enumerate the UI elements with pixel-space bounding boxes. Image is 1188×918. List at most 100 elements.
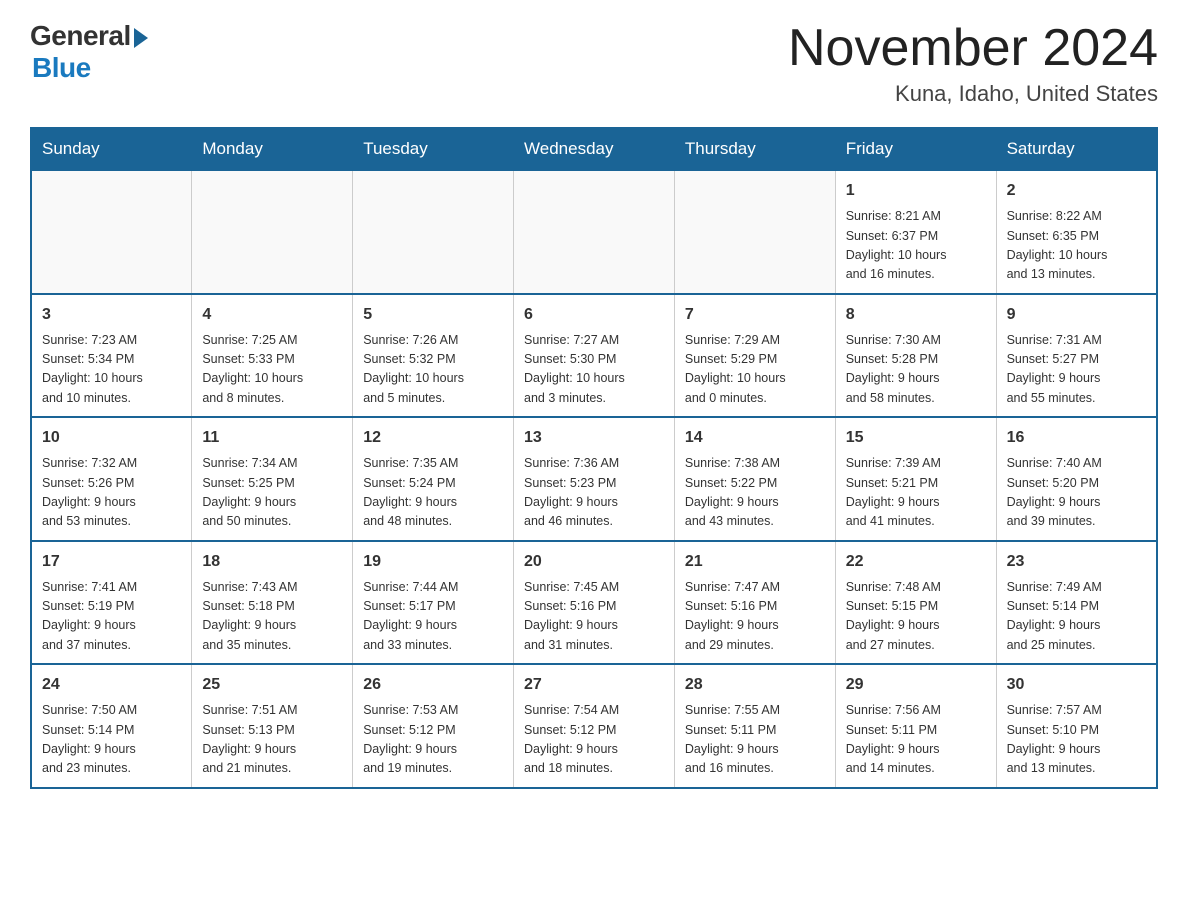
- day-info: Sunrise: 7:53 AMSunset: 5:12 PMDaylight:…: [363, 701, 503, 779]
- day-number: 24: [42, 673, 181, 697]
- logo-general-text: General: [30, 20, 131, 52]
- day-info: Sunrise: 7:57 AMSunset: 5:10 PMDaylight:…: [1007, 701, 1146, 779]
- calendar-cell: 8 Sunrise: 7:30 AMSunset: 5:28 PMDaylight…: [835, 294, 996, 418]
- day-info: Sunrise: 7:39 AMSunset: 5:21 PMDaylight:…: [846, 454, 986, 532]
- day-info: Sunrise: 7:31 AMSunset: 5:27 PMDaylight:…: [1007, 331, 1146, 409]
- day-number: 9: [1007, 303, 1146, 327]
- day-info: Sunrise: 7:29 AMSunset: 5:29 PMDaylight:…: [685, 331, 825, 409]
- calendar-cell: 1Sunrise: 8:21 AMSunset: 6:37 PMDaylight…: [835, 170, 996, 294]
- day-number: 29: [846, 673, 986, 697]
- day-number: 15: [846, 426, 986, 450]
- calendar-cell: [674, 170, 835, 294]
- day-info: Sunrise: 7:45 AMSunset: 5:16 PMDaylight:…: [524, 578, 664, 656]
- day-info: Sunrise: 7:44 AMSunset: 5:17 PMDaylight:…: [363, 578, 503, 656]
- day-info: Sunrise: 7:27 AMSunset: 5:30 PMDaylight:…: [524, 331, 664, 409]
- weekday-header: Tuesday: [353, 128, 514, 170]
- day-info: Sunrise: 7:40 AMSunset: 5:20 PMDaylight:…: [1007, 454, 1146, 532]
- calendar-cell: 16Sunrise: 7:40 AMSunset: 5:20 PMDayligh…: [996, 417, 1157, 541]
- day-number: 3: [42, 303, 181, 327]
- day-number: 14: [685, 426, 825, 450]
- logo: General Blue: [30, 20, 148, 84]
- calendar-cell: 30Sunrise: 7:57 AMSunset: 5:10 PMDayligh…: [996, 664, 1157, 788]
- calendar-cell: 3Sunrise: 7:23 AMSunset: 5:34 PMDaylight…: [31, 294, 192, 418]
- day-number: 13: [524, 426, 664, 450]
- day-number: 11: [202, 426, 342, 450]
- day-info: Sunrise: 7:54 AMSunset: 5:12 PMDaylight:…: [524, 701, 664, 779]
- calendar-cell: 2 Sunrise: 8:22 AMSunset: 6:35 PMDaylight…: [996, 170, 1157, 294]
- day-info: Sunrise: 7:49 AMSunset: 5:14 PMDaylight:…: [1007, 578, 1146, 656]
- day-number: 2: [1007, 179, 1146, 203]
- calendar-cell: 23 Sunrise: 7:49 AMSunset: 5:14 PMDayligh…: [996, 541, 1157, 665]
- day-number: 5: [363, 303, 503, 327]
- calendar-week-row: 1Sunrise: 8:21 AMSunset: 6:37 PMDaylight…: [31, 170, 1157, 294]
- calendar-title: November 2024: [788, 20, 1158, 77]
- calendar-cell: 28 Sunrise: 7:55 AMSunset: 5:11 PMDayligh…: [674, 664, 835, 788]
- weekday-header: Wednesday: [514, 128, 675, 170]
- day-info: Sunrise: 7:36 AMSunset: 5:23 PMDaylight:…: [524, 454, 664, 532]
- calendar-cell: 14 Sunrise: 7:38 AMSunset: 5:22 PMDayligh…: [674, 417, 835, 541]
- calendar-cell: 13 Sunrise: 7:36 AMSunset: 5:23 PMDayligh…: [514, 417, 675, 541]
- day-number: 25: [202, 673, 342, 697]
- calendar-cell: 18Sunrise: 7:43 AMSunset: 5:18 PMDayligh…: [192, 541, 353, 665]
- day-number: 18: [202, 550, 342, 574]
- calendar-cell: 20 Sunrise: 7:45 AMSunset: 5:16 PMDayligh…: [514, 541, 675, 665]
- weekday-header: Sunday: [31, 128, 192, 170]
- calendar-cell: [31, 170, 192, 294]
- day-info: Sunrise: 7:25 AMSunset: 5:33 PMDaylight:…: [202, 331, 342, 409]
- calendar-cell: 26 Sunrise: 7:53 AMSunset: 5:12 PMDayligh…: [353, 664, 514, 788]
- calendar-cell: 15 Sunrise: 7:39 AMSunset: 5:21 PMDayligh…: [835, 417, 996, 541]
- calendar-cell: 25Sunrise: 7:51 AMSunset: 5:13 PMDayligh…: [192, 664, 353, 788]
- calendar-cell: 22 Sunrise: 7:48 AMSunset: 5:15 PMDayligh…: [835, 541, 996, 665]
- day-number: 17: [42, 550, 181, 574]
- day-info: Sunrise: 7:26 AMSunset: 5:32 PMDaylight:…: [363, 331, 503, 409]
- day-info: Sunrise: 7:30 AMSunset: 5:28 PMDaylight:…: [846, 331, 986, 409]
- day-number: 23: [1007, 550, 1146, 574]
- day-info: Sunrise: 7:41 AMSunset: 5:19 PMDaylight:…: [42, 578, 181, 656]
- day-number: 20: [524, 550, 664, 574]
- logo-arrow-icon: [134, 28, 148, 48]
- calendar-cell: 12 Sunrise: 7:35 AMSunset: 5:24 PMDayligh…: [353, 417, 514, 541]
- day-info: Sunrise: 7:32 AMSunset: 5:26 PMDaylight:…: [42, 454, 181, 532]
- calendar-header-row: SundayMondayTuesdayWednesdayThursdayFrid…: [31, 128, 1157, 170]
- calendar-week-row: 3Sunrise: 7:23 AMSunset: 5:34 PMDaylight…: [31, 294, 1157, 418]
- calendar-cell: 4 Sunrise: 7:25 AMSunset: 5:33 PMDaylight…: [192, 294, 353, 418]
- calendar-week-row: 24Sunrise: 7:50 AMSunset: 5:14 PMDayligh…: [31, 664, 1157, 788]
- day-number: 7: [685, 303, 825, 327]
- calendar-cell: 9 Sunrise: 7:31 AMSunset: 5:27 PMDaylight…: [996, 294, 1157, 418]
- day-info: Sunrise: 7:38 AMSunset: 5:22 PMDaylight:…: [685, 454, 825, 532]
- day-info: Sunrise: 7:48 AMSunset: 5:15 PMDaylight:…: [846, 578, 986, 656]
- calendar-cell: 27 Sunrise: 7:54 AMSunset: 5:12 PMDayligh…: [514, 664, 675, 788]
- calendar-cell: [353, 170, 514, 294]
- calendar-week-row: 10 Sunrise: 7:32 AMSunset: 5:26 PMDayligh…: [31, 417, 1157, 541]
- day-number: 19: [363, 550, 503, 574]
- calendar-cell: [514, 170, 675, 294]
- day-number: 10: [42, 426, 181, 450]
- weekday-header: Friday: [835, 128, 996, 170]
- day-number: 4: [202, 303, 342, 327]
- weekday-header: Thursday: [674, 128, 835, 170]
- calendar-cell: 24Sunrise: 7:50 AMSunset: 5:14 PMDayligh…: [31, 664, 192, 788]
- day-number: 12: [363, 426, 503, 450]
- day-info: Sunrise: 7:56 AMSunset: 5:11 PMDaylight:…: [846, 701, 986, 779]
- weekday-header: Monday: [192, 128, 353, 170]
- calendar-cell: 7 Sunrise: 7:29 AMSunset: 5:29 PMDaylight…: [674, 294, 835, 418]
- day-number: 8: [846, 303, 986, 327]
- weekday-header: Saturday: [996, 128, 1157, 170]
- calendar-cell: 17 Sunrise: 7:41 AMSunset: 5:19 PMDayligh…: [31, 541, 192, 665]
- day-number: 6: [524, 303, 664, 327]
- day-number: 26: [363, 673, 503, 697]
- day-info: Sunrise: 7:35 AMSunset: 5:24 PMDaylight:…: [363, 454, 503, 532]
- day-info: Sunrise: 8:22 AMSunset: 6:35 PMDaylight:…: [1007, 207, 1146, 285]
- calendar-cell: 10 Sunrise: 7:32 AMSunset: 5:26 PMDayligh…: [31, 417, 192, 541]
- day-number: 21: [685, 550, 825, 574]
- calendar-cell: 19 Sunrise: 7:44 AMSunset: 5:17 PMDayligh…: [353, 541, 514, 665]
- day-info: Sunrise: 7:55 AMSunset: 5:11 PMDaylight:…: [685, 701, 825, 779]
- day-number: 1: [846, 179, 986, 203]
- day-number: 28: [685, 673, 825, 697]
- day-number: 27: [524, 673, 664, 697]
- page-header: General Blue November 2024 Kuna, Idaho, …: [30, 20, 1158, 107]
- title-block: November 2024 Kuna, Idaho, United States: [788, 20, 1158, 107]
- calendar-subtitle: Kuna, Idaho, United States: [788, 81, 1158, 107]
- day-number: 22: [846, 550, 986, 574]
- calendar-cell: 29 Sunrise: 7:56 AMSunset: 5:11 PMDayligh…: [835, 664, 996, 788]
